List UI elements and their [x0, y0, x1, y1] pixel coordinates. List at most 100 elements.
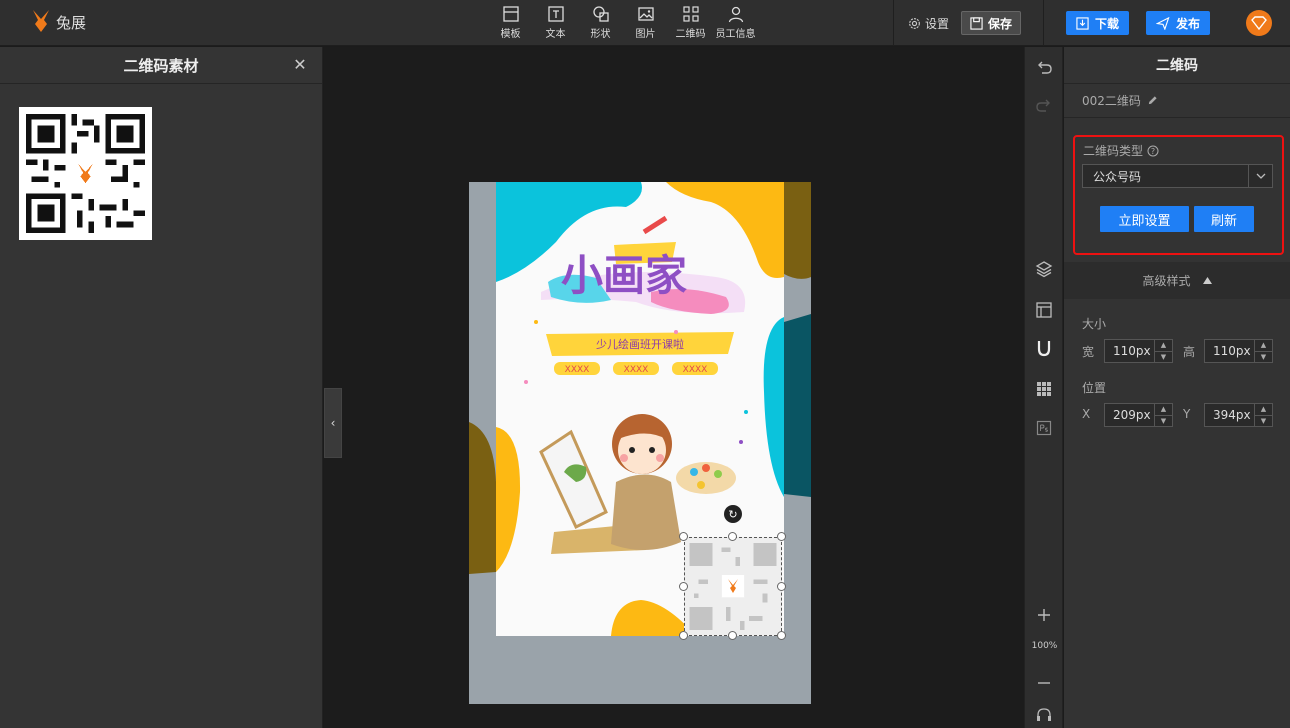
qr-material-panel: 二维码素材 ✕	[0, 47, 323, 728]
grid-icon[interactable]	[1035, 380, 1053, 398]
magnet-icon[interactable]	[1035, 339, 1053, 357]
psd-icon[interactable]	[1035, 419, 1053, 437]
stepper-up-icon[interactable]: ▲	[1255, 340, 1272, 352]
stepper-up-icon[interactable]: ▲	[1155, 404, 1172, 416]
tool-text[interactable]: 文本	[533, 5, 578, 40]
vip-badge-icon	[1251, 16, 1267, 30]
tool-shape[interactable]: 形状	[578, 5, 623, 40]
refresh-button[interactable]: 刷新	[1194, 206, 1254, 232]
stepper-down-icon[interactable]: ▼	[1255, 416, 1272, 427]
resize-handle-n[interactable]	[728, 532, 737, 541]
divider	[892, 0, 894, 46]
zoom-out-icon[interactable]	[1035, 674, 1053, 692]
tool-template[interactable]: 模板	[488, 5, 533, 40]
tool-qrcode[interactable]: 二维码	[668, 5, 713, 40]
settings-button[interactable]: 设置	[908, 15, 949, 32]
resize-handle-ne[interactable]	[777, 532, 786, 541]
redo-icon[interactable]	[1035, 97, 1053, 115]
tool-template-label: 模板	[500, 29, 521, 40]
qr-type-select[interactable]: 公众号码	[1082, 164, 1273, 188]
resize-handle-se[interactable]	[777, 631, 786, 640]
set-now-button[interactable]: 立即设置	[1100, 206, 1189, 232]
x-value: 209px	[1113, 408, 1151, 422]
help-icon[interactable]: ?	[1147, 145, 1159, 157]
height-input[interactable]: 110px ▲ ▼	[1204, 339, 1273, 363]
height-value: 110px	[1213, 344, 1251, 358]
right-panel-title: 二维码	[1064, 47, 1290, 84]
qr-code-image	[26, 114, 145, 233]
tool-image-label: 图片	[635, 29, 656, 40]
x-input[interactable]: 209px ▲ ▼	[1104, 403, 1173, 427]
resize-handle-sw[interactable]	[679, 631, 688, 640]
layers-icon[interactable]	[1035, 260, 1053, 278]
publish-button[interactable]: 发布	[1145, 11, 1210, 35]
publish-label: 发布	[1175, 16, 1200, 31]
tool-image[interactable]: 图片	[623, 5, 668, 40]
save-button[interactable]: 保存	[960, 11, 1021, 35]
logo-text: 兔展	[56, 13, 87, 32]
tool-text-label: 文本	[545, 29, 566, 40]
y-stepper[interactable]: ▲ ▼	[1254, 404, 1272, 426]
rabbit-logo-icon	[722, 575, 744, 597]
chevron-down-icon[interactable]	[1248, 165, 1272, 187]
advanced-style-toggle[interactable]: 高级样式	[1064, 262, 1290, 299]
stepper-up-icon[interactable]: ▲	[1255, 404, 1272, 416]
svg-text:?: ?	[1151, 147, 1155, 156]
close-icon[interactable]: ✕	[292, 57, 308, 73]
qr-material-thumbnail[interactable]	[19, 107, 152, 240]
selected-qr-element[interactable]	[684, 537, 782, 636]
user-avatar[interactable]	[1246, 10, 1272, 36]
collapse-panel-button[interactable]: ‹	[324, 388, 342, 458]
download-icon	[1076, 16, 1089, 30]
rotate-handle-icon[interactable]: ↻	[724, 505, 742, 523]
chevron-left-icon: ‹	[330, 416, 336, 430]
stepper-down-icon[interactable]: ▼	[1255, 352, 1272, 363]
tool-shape-label: 形状	[590, 29, 611, 40]
settings-label: 设置	[924, 16, 949, 31]
qr-type-section: 二维码类型 ? 公众号码 立即设置 刷新	[1073, 135, 1284, 255]
resize-handle-s[interactable]	[728, 631, 737, 640]
headset-icon[interactable]	[1035, 706, 1053, 724]
stepper-down-icon[interactable]: ▼	[1155, 416, 1172, 427]
save-icon	[970, 16, 983, 30]
top-actions: 设置 保存 下载 发布	[892, 0, 1290, 46]
undo-icon[interactable]	[1035, 59, 1053, 77]
app-logo[interactable]: 兔展	[30, 8, 86, 36]
advanced-style-label: 高级样式	[1142, 274, 1191, 288]
page-frame-icon[interactable]	[1035, 301, 1053, 319]
resize-handle-w[interactable]	[679, 582, 688, 591]
width-label: 宽	[1082, 345, 1095, 359]
left-panel-title: 二维码素材	[123, 56, 199, 75]
zoom-in-icon[interactable]	[1035, 606, 1053, 624]
download-button[interactable]: 下载	[1065, 11, 1129, 35]
poster-tag-2: XXXX	[624, 365, 649, 375]
y-input[interactable]: 394px ▲ ▼	[1204, 403, 1273, 427]
height-stepper[interactable]: ▲ ▼	[1254, 340, 1272, 362]
width-stepper[interactable]: ▲ ▼	[1154, 340, 1172, 362]
qrcode-icon	[682, 6, 699, 22]
download-label: 下载	[1094, 16, 1119, 31]
tool-employee-info[interactable]: 员工信息	[713, 5, 758, 40]
gear-icon	[909, 17, 920, 29]
triangle-up-icon	[1202, 277, 1212, 284]
y-label: Y	[1183, 407, 1191, 421]
position-label: 位置	[1082, 381, 1107, 395]
element-name-row[interactable]: 002二维码	[1064, 84, 1290, 118]
resize-handle-e[interactable]	[777, 582, 786, 591]
rabbit-logo-icon	[33, 10, 49, 32]
poster-tag-1: XXXX	[565, 365, 590, 375]
width-input[interactable]: 110px ▲ ▼	[1104, 339, 1173, 363]
save-label: 保存	[987, 16, 1012, 31]
x-stepper[interactable]: ▲ ▼	[1154, 404, 1172, 426]
qr-properties-panel: 二维码 002二维码 二维码类型 ? 公众号码 立即设置 刷新 高级样式 大小 …	[1064, 47, 1290, 728]
pencil-icon[interactable]	[1147, 95, 1158, 106]
qr-type-label-row: 二维码类型 ?	[1083, 142, 1159, 159]
user-icon	[728, 6, 743, 23]
poster-title: 小画家	[561, 251, 687, 300]
qr-type-value: 公众号码	[1093, 169, 1142, 184]
stepper-up-icon[interactable]: ▲	[1155, 340, 1172, 352]
tool-qrcode-label: 二维码	[675, 29, 706, 40]
resize-handle-nw[interactable]	[679, 532, 688, 541]
vertical-toolbar: 100%	[1024, 47, 1063, 728]
stepper-down-icon[interactable]: ▼	[1155, 352, 1172, 363]
